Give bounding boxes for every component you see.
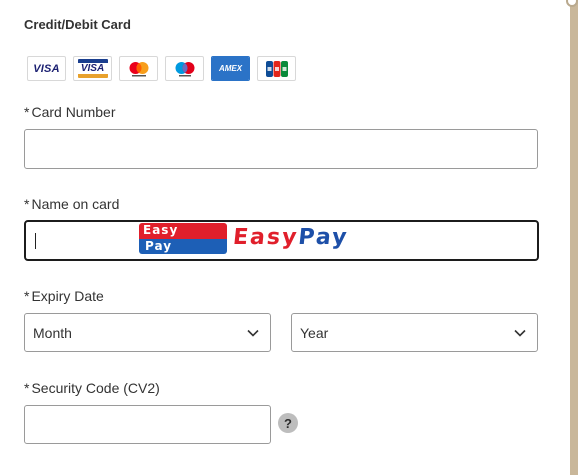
card-logos: VISA VISA AMEX (27, 56, 296, 81)
easypay-logo: Easy Pay (139, 223, 227, 254)
easypay-wordmark: EasyPay (231, 225, 350, 250)
security-code-input[interactable] (24, 405, 271, 444)
expiry-year-select[interactable]: Year (291, 313, 538, 352)
chevron-down-icon (247, 329, 259, 337)
section-title: Credit/Debit Card (24, 17, 131, 32)
jcb-logo-icon (257, 56, 296, 81)
text-caret (35, 233, 36, 249)
expiry-month-select[interactable]: Month (24, 313, 271, 352)
visa-logo-icon: VISA (27, 56, 66, 81)
chevron-down-icon (514, 329, 526, 337)
name-on-card-label: * Name on card (24, 196, 120, 212)
security-code-label: * Security Code (CV2) (24, 380, 160, 396)
scrollbar-track[interactable] (570, 0, 578, 475)
visa-electron-logo-icon: VISA (73, 56, 112, 81)
expiry-date-label: * Expiry Date (24, 288, 104, 304)
mastercard-logo-icon (119, 56, 158, 81)
help-question-icon[interactable]: ? (278, 413, 298, 433)
card-number-label: * Card Number (24, 104, 116, 120)
maestro-logo-icon (165, 56, 204, 81)
card-number-input[interactable] (24, 129, 538, 169)
amex-logo-icon: AMEX (211, 56, 250, 81)
